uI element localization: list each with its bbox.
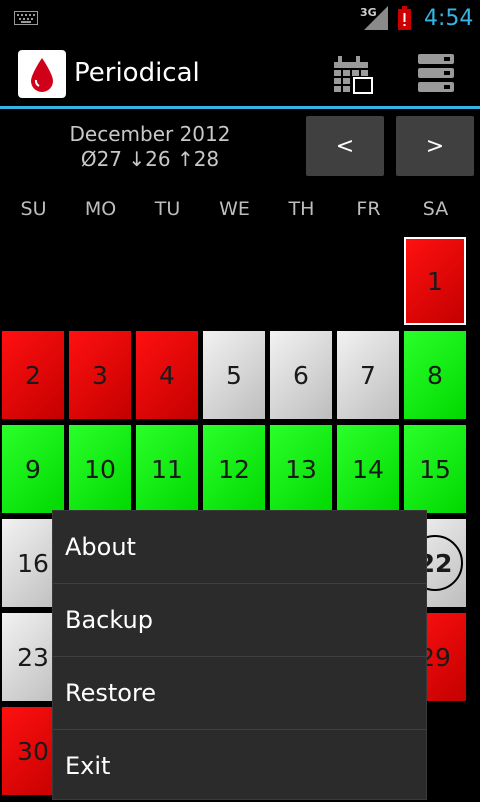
month-header: December 2012 Ø27 ↓26 ↑28 [50,122,250,172]
app-title: Periodical [74,58,200,88]
day-cell[interactable]: 15 [404,425,466,513]
menu-item-restore[interactable]: Restore [53,657,428,729]
weekday-friday: FR [356,198,381,220]
day-cell[interactable]: 2 [2,331,64,419]
day-cell[interactable]: 9 [2,425,64,513]
menu-item-backup[interactable]: Backup [53,584,428,656]
next-month-button[interactable]: > [396,116,474,176]
day-cell[interactable]: 11 [136,425,198,513]
calendar-icon[interactable] [334,56,374,94]
action-bar-divider [0,106,480,109]
status-bar: 3G 4:54 [0,0,480,38]
previous-month-button[interactable]: < [306,116,384,176]
weekday-saturday: SA [422,198,449,220]
menu-item-exit[interactable]: Exit [53,730,428,802]
network-type-label: 3G [360,6,377,19]
day-cell[interactable]: 7 [337,331,399,419]
battery-icon [398,6,411,30]
keyboard-icon [14,11,38,25]
action-bar: Periodical [0,38,480,106]
day-cell[interactable]: 3 [69,331,131,419]
day-cell[interactable]: 12 [203,425,265,513]
weekday-monday: MO [84,198,117,220]
day-cell[interactable]: 5 [203,331,265,419]
weekday-tuesday: TU [154,198,181,220]
day-cell[interactable]: 6 [270,331,332,419]
day-cell[interactable]: 10 [69,425,131,513]
day-cell[interactable]: 1 [404,237,466,325]
day-cell[interactable]: 14 [337,425,399,513]
weekday-thursday: TH [288,198,315,220]
day-cell[interactable]: 13 [270,425,332,513]
month-title: December 2012 [69,122,231,146]
day-cell[interactable]: 8 [404,331,466,419]
weekday-wednesday: WE [219,198,250,220]
clock: 4:54 [424,6,474,31]
weekday-sunday: SU [20,198,47,220]
blood-drop-icon [31,58,53,92]
menu-item-about[interactable]: About [53,511,428,583]
list-view-icon[interactable] [418,54,458,94]
cycle-stats: Ø27 ↓26 ↑28 [80,147,220,171]
app-logo[interactable] [18,50,66,98]
day-cell[interactable]: 4 [136,331,198,419]
options-menu: About Backup Restore Exit [52,510,427,800]
